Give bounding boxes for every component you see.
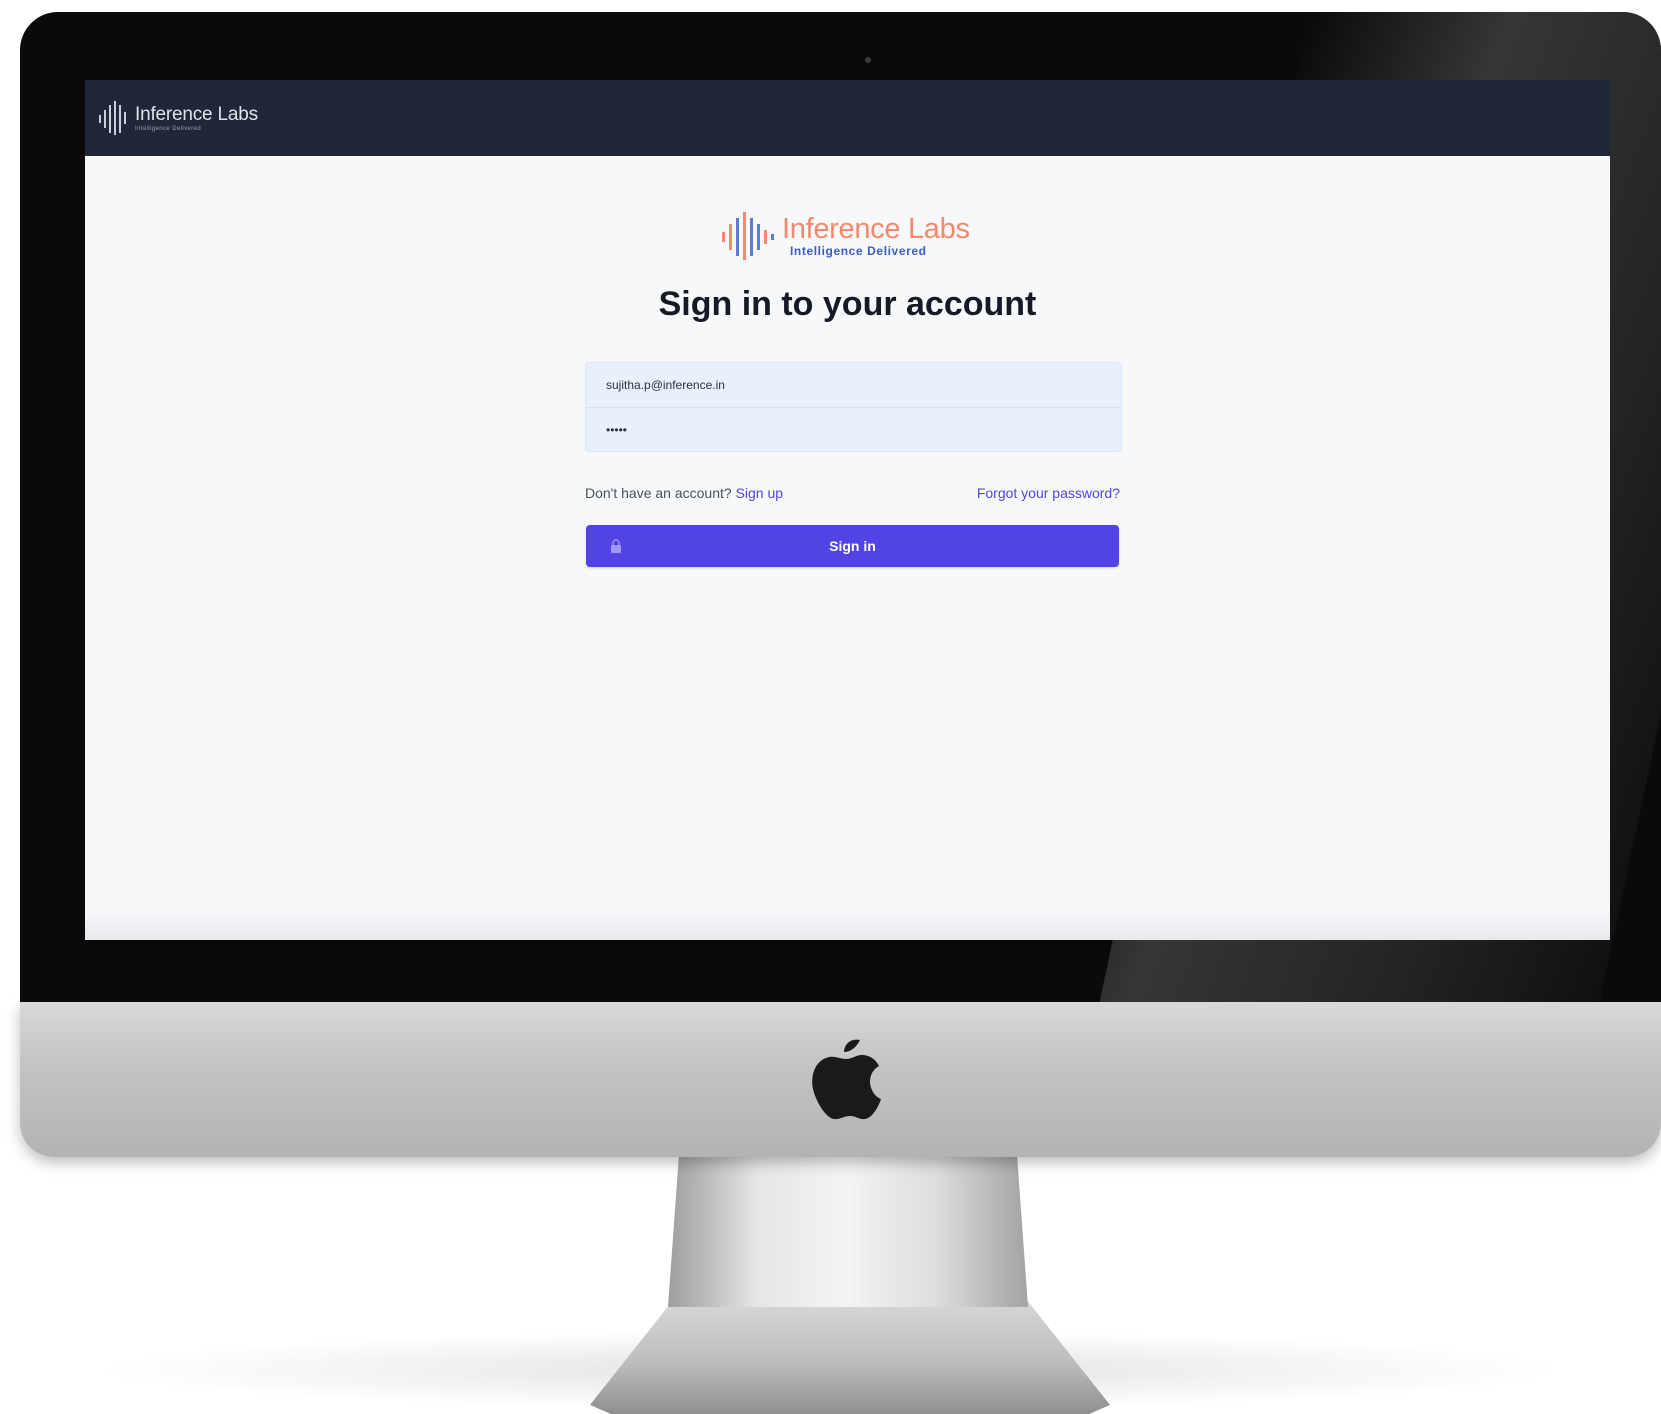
auth-links-row: Don't have an account? Sign up Forgot yo… — [585, 485, 1120, 501]
brand-tagline: Intelligence Delivered — [790, 244, 927, 258]
navbar-logo-tagline: Intelligence Delivered — [135, 125, 202, 132]
navbar-logo[interactable]: Inference Labs Intelligence Delivered — [97, 99, 258, 137]
email-field[interactable] — [586, 363, 1121, 407]
password-field[interactable] — [586, 407, 1121, 451]
signup-prompt: Don't have an account? — [585, 485, 732, 501]
screen-bottom-shade — [85, 910, 1610, 940]
camera — [865, 57, 871, 63]
stand-foot — [590, 1300, 1110, 1414]
brand-logo: Inference Labs Intelligence Delivered — [720, 208, 970, 264]
lock-icon — [611, 539, 621, 553]
navbar-logo-name: Inference Labs — [135, 103, 258, 125]
top-navbar: Inference Labs Intelligence Delivered — [85, 80, 1610, 156]
credentials-fields — [585, 362, 1122, 452]
screen: Inference Labs Intelligence Delivered In… — [85, 80, 1610, 940]
sign-in-button[interactable]: Sign in — [586, 525, 1119, 567]
apple-logo-icon — [812, 1039, 881, 1120]
imac-mockup: Inference Labs Intelligence Delivered In… — [0, 0, 1661, 1414]
stand-neck — [668, 1157, 1028, 1307]
signup-row: Don't have an account? Sign up — [585, 485, 783, 501]
brand-name: Inference Labs — [782, 213, 970, 245]
forgot-password-link[interactable]: Forgot your password? — [977, 485, 1120, 501]
signup-link[interactable]: Sign up — [736, 485, 783, 501]
sign-in-button-label: Sign in — [829, 538, 876, 554]
inference-labs-logo-icon — [99, 101, 126, 135]
inference-labs-logo-icon — [722, 212, 774, 260]
page-title: Sign in to your account — [658, 285, 1037, 323]
